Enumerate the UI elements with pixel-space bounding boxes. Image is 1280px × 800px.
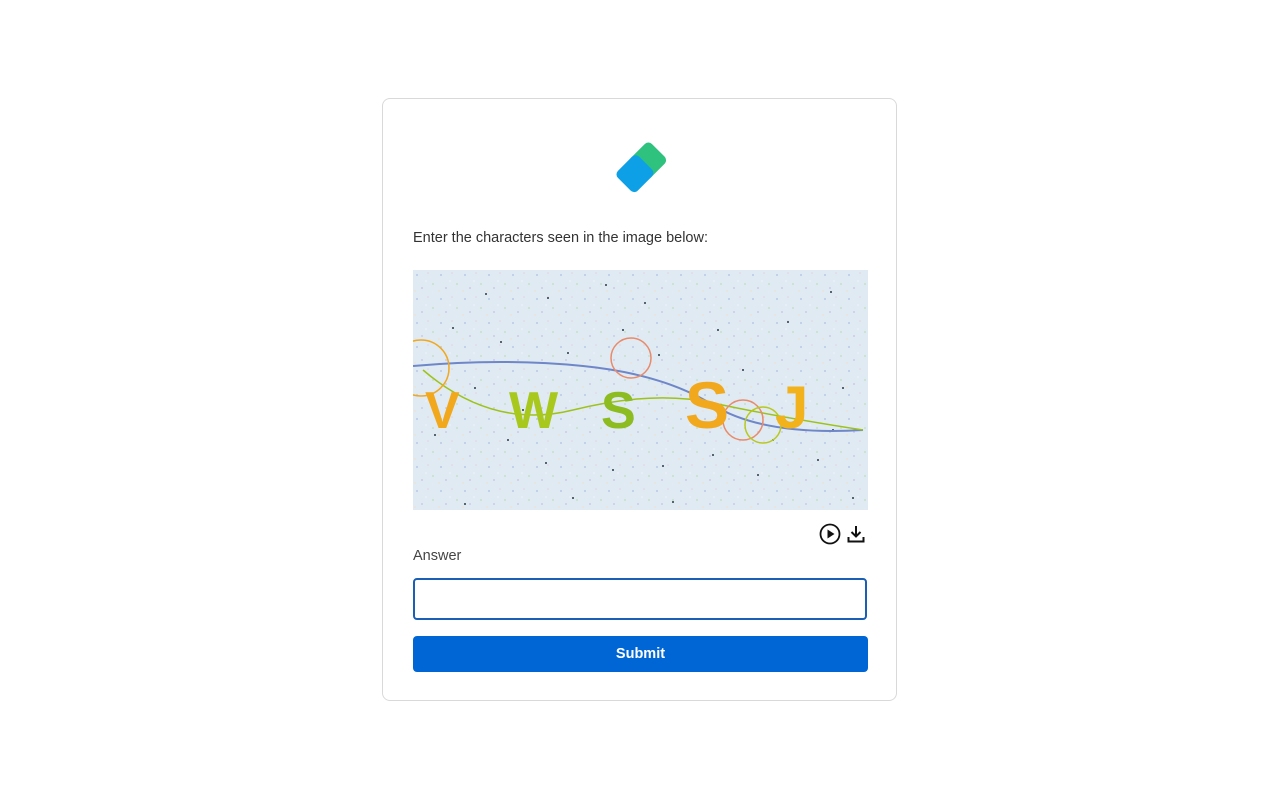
play-circle-icon	[819, 523, 841, 545]
answer-label: Answer	[413, 548, 462, 564]
download-icon	[847, 526, 865, 543]
captcha-char-5: J	[775, 374, 808, 441]
captcha-card: Enter the characters seen in the image b…	[382, 98, 897, 701]
brand-logo-icon	[615, 136, 669, 200]
captcha-char-3: S	[601, 382, 636, 440]
captcha-media-controls	[819, 523, 867, 545]
download-audio-button[interactable]	[845, 523, 867, 545]
captcha-char-2: W	[509, 382, 559, 440]
submit-button[interactable]: Submit	[413, 636, 868, 672]
captcha-char-1: V	[425, 382, 460, 440]
captcha-instructions: Enter the characters seen in the image b…	[413, 230, 708, 246]
captcha-image: V W S S J	[413, 270, 868, 510]
play-audio-button[interactable]	[819, 523, 841, 545]
captcha-char-4: S	[685, 368, 729, 442]
answer-input[interactable]	[413, 578, 867, 620]
